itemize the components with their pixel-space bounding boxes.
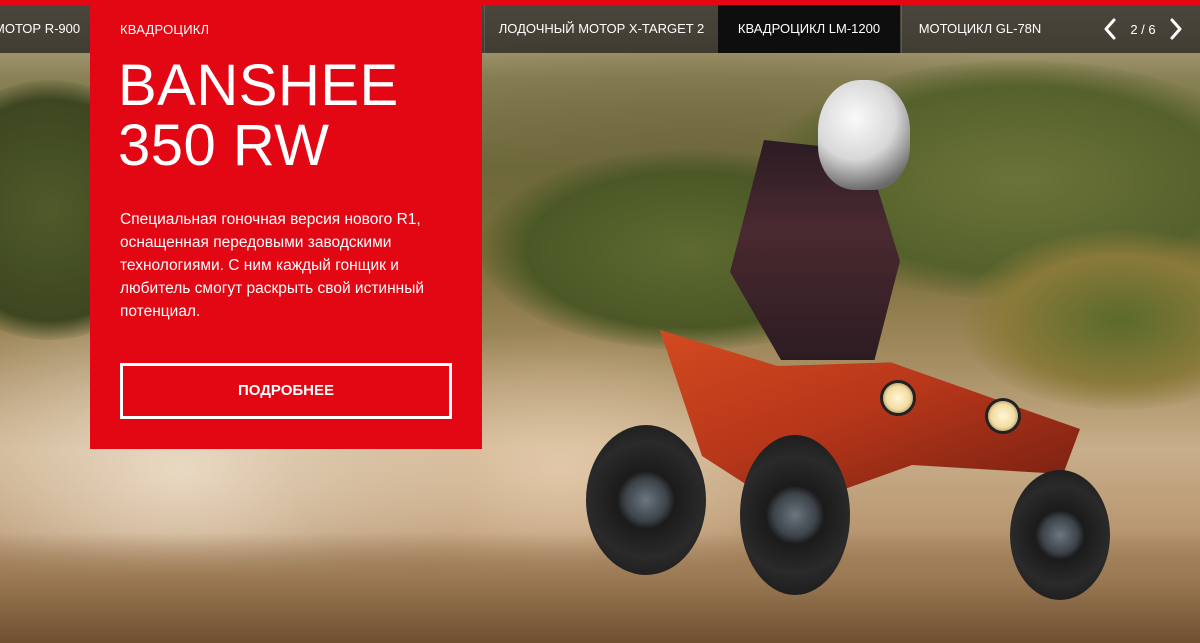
product-info-panel: Квадроцикл Banshee 350 RW Специальная го… bbox=[90, 0, 482, 449]
product-title: Banshee 350 RW bbox=[118, 53, 399, 178]
chevron-right-icon[interactable] bbox=[1166, 16, 1186, 42]
slide-counter: 2 / 6 bbox=[1130, 21, 1156, 37]
nav-item-motor-r900[interactable]: Мотор R-900 bbox=[0, 5, 80, 53]
chevron-left-icon[interactable] bbox=[1100, 16, 1120, 42]
slide-pager: 2 / 6 bbox=[1086, 5, 1200, 53]
atv-headlight-right bbox=[985, 398, 1021, 434]
atv-front-tire-left bbox=[740, 435, 850, 595]
rider-helmet bbox=[818, 80, 910, 190]
atv-headlight-left bbox=[880, 380, 916, 416]
nav-item-boat-motor[interactable]: Лодочный мотор X-Target 2 bbox=[484, 5, 718, 53]
details-button[interactable]: Подробнее bbox=[120, 363, 452, 419]
nav-item-motorcycle-gl78n[interactable]: Мотоцикл GL-78N bbox=[901, 5, 1058, 53]
atv-rider bbox=[580, 80, 1120, 600]
product-category: Квадроцикл bbox=[120, 22, 210, 37]
atv-rear-tire bbox=[586, 425, 706, 575]
atv-front-tire-right bbox=[1010, 470, 1110, 600]
product-description: Специальная гоночная версия нового R1, о… bbox=[120, 211, 424, 320]
nav-item-quad-lm1200[interactable]: Квадроцикл LM-1200 bbox=[718, 5, 900, 53]
